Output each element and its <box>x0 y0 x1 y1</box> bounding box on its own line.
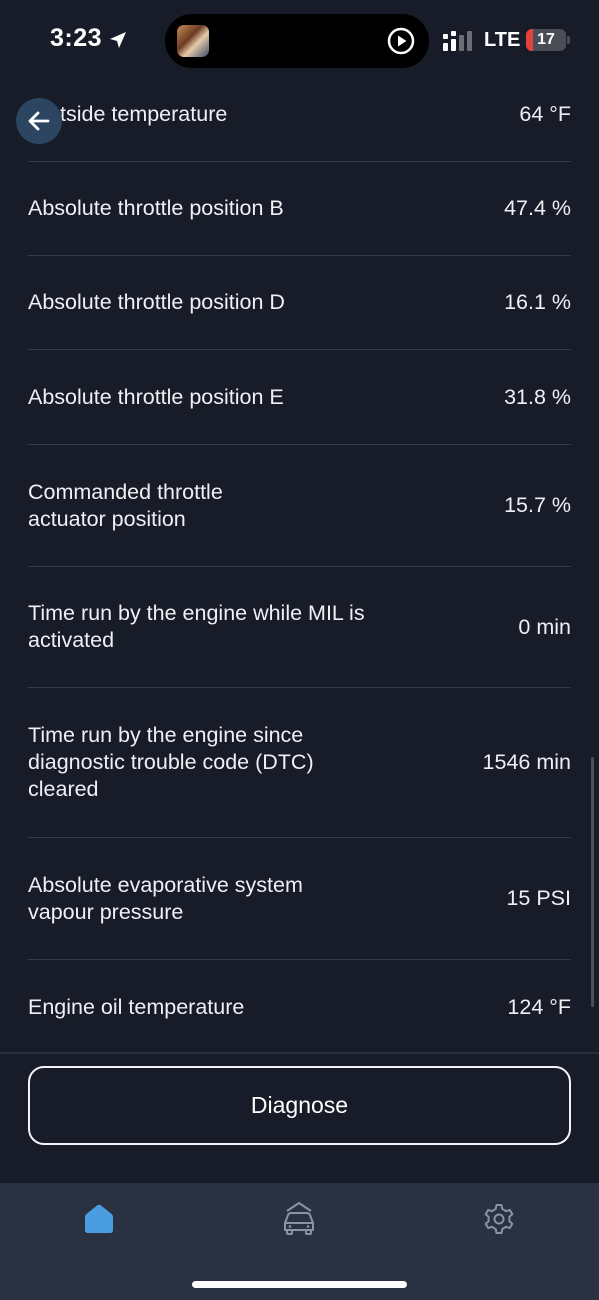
back-button[interactable] <box>16 98 62 144</box>
network-type: LTE <box>484 29 521 51</box>
parameter-value: 15.7 % <box>504 493 571 517</box>
location-arrow-icon <box>110 32 126 48</box>
parameter-label: Absolute throttle position B <box>28 196 284 220</box>
status-time: 3:23 <box>50 24 103 52</box>
parameter-value: 124 °F <box>507 994 571 1019</box>
parameter-value: 0 min <box>518 614 571 639</box>
parameter-row-commanded-throttle: Commanded throttle actuator position 15.… <box>28 445 571 567</box>
arrow-left-icon <box>28 111 50 131</box>
list-fade-overlay <box>0 1020 599 1054</box>
car-icon <box>284 1202 314 1235</box>
parameter-value: 64 °F <box>519 102 571 126</box>
tab-home[interactable] <box>69 1197 129 1241</box>
parameter-row-throttle-b: Absolute throttle position B 47.4 % <box>28 162 571 256</box>
parameter-row-evap-vapour-pressure: Absolute evaporative system vapour press… <box>28 838 571 960</box>
parameter-value: 47.4 % <box>504 196 571 220</box>
parameter-list[interactable]: tside temperature 64 °F Absolute throttl… <box>0 68 599 1058</box>
cellular-signal-icon <box>443 31 472 51</box>
battery-body: 17 <box>526 29 566 51</box>
now-playing-artwork <box>177 25 209 57</box>
tab-bar <box>0 1183 599 1300</box>
action-divider <box>0 1052 599 1054</box>
dynamic-island[interactable] <box>165 14 429 68</box>
scrollbar[interactable] <box>591 757 594 1007</box>
battery-indicator: 17 <box>526 29 570 51</box>
battery-level: 17 <box>537 31 555 48</box>
parameter-value: 1546 min <box>482 750 571 774</box>
parameter-label: Absolute throttle position E <box>28 384 284 409</box>
tab-vehicle[interactable] <box>269 1197 329 1241</box>
parameter-label: Engine oil temperature <box>28 994 245 1019</box>
home-icon <box>85 1204 113 1233</box>
parameter-row-outside-temperature: tside temperature 64 °F <box>28 68 571 162</box>
parameter-row-time-since-dtc-cleared: Time run by the engine since diagnostic … <box>28 688 571 838</box>
parameter-label: Absolute throttle position D <box>28 290 285 314</box>
parameter-row-time-mil-activated: Time run by the engine while MIL is acti… <box>28 567 571 688</box>
tab-settings[interactable] <box>469 1197 529 1241</box>
play-circle-icon[interactable] <box>387 27 415 55</box>
parameter-value: 31.8 % <box>504 384 571 409</box>
battery-cap <box>567 36 570 44</box>
diagnose-button[interactable]: Diagnose <box>28 1066 571 1145</box>
parameter-label: Time run by the engine while MIL is acti… <box>28 601 365 652</box>
parameter-value: 16.1 % <box>504 290 571 314</box>
parameter-row-throttle-e: Absolute throttle position E 31.8 % <box>28 350 571 445</box>
parameter-value: 15 PSI <box>506 886 571 910</box>
gear-icon <box>484 1204 514 1234</box>
parameter-label: Absolute evaporative system vapour press… <box>28 872 303 924</box>
parameter-label: Commanded throttle actuator position <box>28 479 223 531</box>
home-indicator[interactable] <box>192 1281 407 1288</box>
screen: 3:23 LTE 17 tside temperature 64 °F Abso… <box>0 0 599 1300</box>
parameter-row-throttle-d: Absolute throttle position D 16.1 % <box>28 256 571 350</box>
parameter-label: Time run by the engine since diagnostic … <box>28 723 314 801</box>
